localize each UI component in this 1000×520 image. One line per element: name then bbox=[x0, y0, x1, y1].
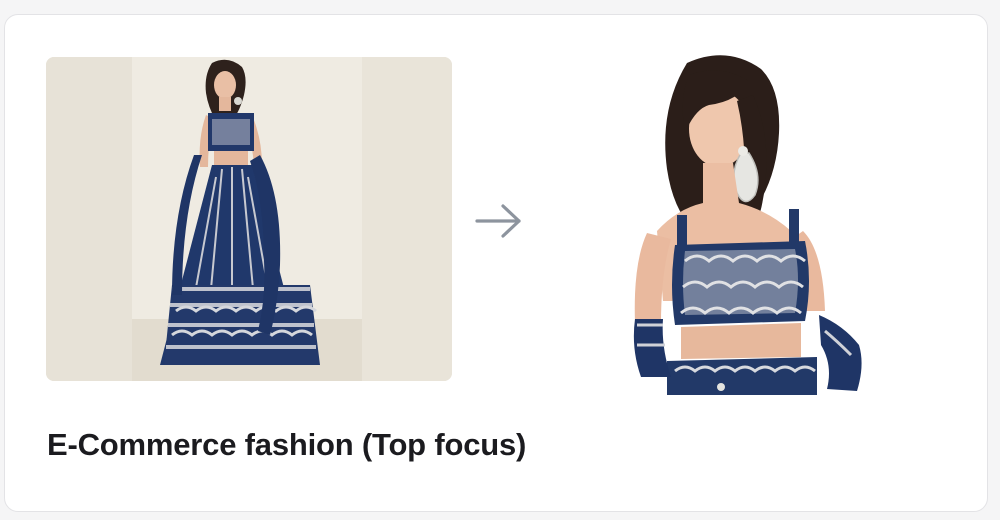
card-caption: E-Commerce fashion (Top focus) bbox=[47, 427, 527, 462]
after-image bbox=[625, 55, 875, 395]
example-card: E-Commerce fashion (Top focus) bbox=[4, 14, 988, 512]
before-image bbox=[46, 57, 452, 381]
full-length-photo bbox=[46, 57, 452, 381]
top-focus-crop-photo bbox=[633, 55, 862, 395]
arrow-right-icon bbox=[473, 201, 525, 241]
page: E-Commerce fashion (Top focus) bbox=[0, 0, 1000, 520]
